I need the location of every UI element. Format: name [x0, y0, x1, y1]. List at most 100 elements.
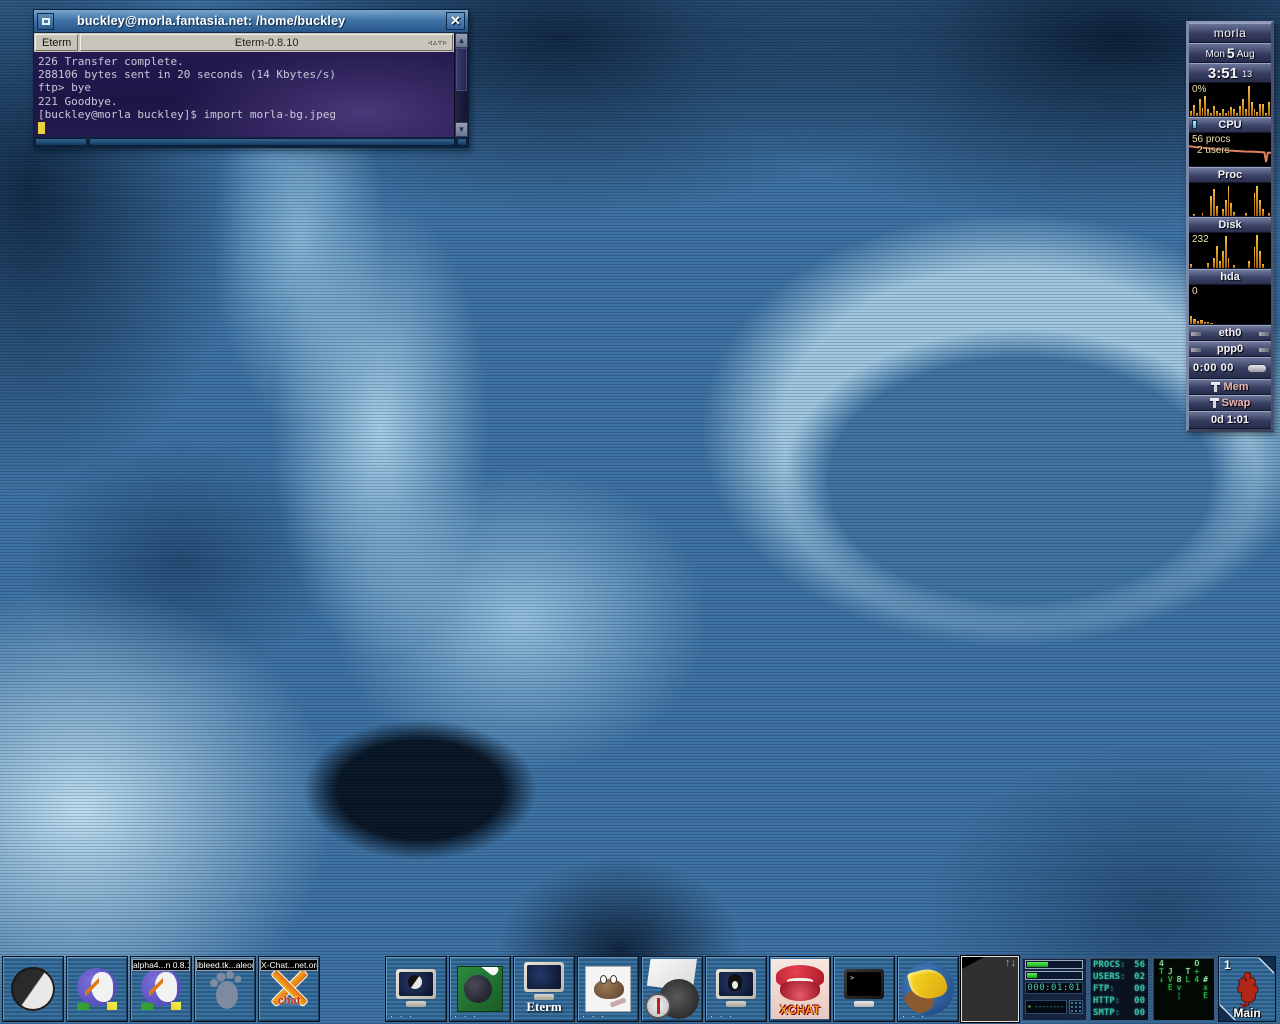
timer-value: 0:00 00: [1193, 362, 1243, 374]
border-resize-middle[interactable]: [89, 138, 455, 146]
date-month: Aug: [1237, 49, 1255, 60]
mem-krell-icon: [1211, 382, 1220, 392]
hda-chart: 232: [1189, 233, 1271, 269]
iconified-galeon[interactable]: [66, 956, 128, 1022]
iconify-icon: [42, 18, 50, 25]
ppp0-label[interactable]: ppp0: [1189, 341, 1271, 357]
eterm-menubar: Eterm Eterm-0.8.10 ◃▵▿▹: [34, 33, 454, 52]
launcher-screenshot[interactable]: [641, 956, 703, 1022]
iconified-xchat[interactable]: X-Chat...net.org chat: [258, 956, 320, 1022]
swap-meter[interactable]: Swap: [1189, 395, 1271, 411]
iconified-galeon-alpha4[interactable]: alpha4...n 0.8.1: [130, 956, 192, 1022]
load-bar-1: [1025, 960, 1083, 969]
cpu-led-icon: [1192, 120, 1197, 129]
border-resize-right[interactable]: [457, 138, 467, 146]
connection-timer-lcd: 000:01:01: [1025, 982, 1083, 994]
epplet-dots-icon: · · ·: [390, 1014, 414, 1018]
terminal-line: 288106 bytes sent in 20 seconds (14 Kbyt…: [38, 68, 450, 81]
monitor-icon: [522, 962, 566, 1002]
launcher-console[interactable]: >: [833, 956, 895, 1022]
window-title-label: alpha4...n 0.8.1: [132, 959, 190, 971]
dark-monitor-icon: >: [842, 969, 886, 1009]
enlightenment-icon: [11, 967, 55, 1011]
system-monitor-applet: 000:01:01 ▪ ­‑‑‑‑‑‑‑‑: [1021, 957, 1087, 1021]
terminal-line: 226 Transfer complete.: [38, 55, 450, 68]
scrollbar-trough[interactable]: [455, 48, 468, 122]
red-mascot-icon: [1233, 969, 1263, 1009]
desktop-background: buckley@morla.fantasia.net: /home/buckle…: [0, 0, 1280, 1024]
iconify-button[interactable]: [37, 13, 54, 30]
titlebar[interactable]: buckley@morla.fantasia.net: /home/buckle…: [34, 10, 468, 33]
galeon-icon: [75, 968, 119, 1010]
cpu-label[interactable]: CPU: [1189, 117, 1271, 133]
paint-penguin-icon: [457, 966, 503, 1012]
eterm-menubar-title-area[interactable]: Eterm-0.8.10 ◃▵▿▹: [80, 34, 453, 51]
monitor-tux-icon: [714, 969, 758, 1009]
galeon-icon: [139, 968, 183, 1010]
mem-meter[interactable]: Mem: [1189, 379, 1271, 395]
hda-label[interactable]: hda: [1189, 269, 1271, 285]
window-border-bottom[interactable]: [34, 137, 468, 147]
border-resize-left[interactable]: [35, 138, 87, 146]
hda-value: 232: [1192, 234, 1209, 245]
eth0-label[interactable]: eth0: [1189, 325, 1271, 341]
launcher-eterm[interactable]: Eterm: [513, 956, 575, 1022]
scrollbar-thumb[interactable]: [456, 48, 467, 91]
menubar-arrow-icons[interactable]: ◃▵▿▹: [428, 38, 448, 47]
iconbox-scroll-arrows-icon[interactable]: ↑↓: [1005, 957, 1016, 969]
eterm-window: buckley@morla.fantasia.net: /home/buckle…: [33, 9, 469, 148]
launcher-xchat[interactable]: XCHAT: [769, 956, 831, 1022]
proc-chart: 56 procs 2 users: [1189, 133, 1271, 167]
terminal-screen[interactable]: 226 Transfer complete. 288106 bytes sent…: [34, 52, 454, 137]
iconbox[interactable]: ↑↓: [961, 956, 1019, 1022]
eth0-krell-left: [1191, 332, 1201, 336]
xchat-x-icon: chat: [267, 967, 311, 1011]
net-stats-applet: PROCS56 USERS02 FTP00 HTTP00 SMTP00: [1089, 957, 1149, 1021]
gkrellm-hostname[interactable]: morla: [1189, 23, 1271, 43]
iconbox-wedge: [962, 957, 984, 969]
swap-krell-icon: [1210, 398, 1219, 408]
ppp-timer: 0:00 00: [1189, 357, 1271, 379]
gkrellm-clock[interactable]: 3:51 13: [1189, 63, 1271, 83]
launcher-gftp[interactable]: · · ·: [897, 956, 959, 1022]
eth0-chart: 0: [1189, 285, 1271, 325]
gkrellm-monitor: morla Mon5Aug 3:51 13 0% CPU 56 procs 2 …: [1186, 21, 1274, 432]
gkrellm-date[interactable]: Mon5Aug: [1189, 43, 1271, 63]
terminal-line: [buckley@morla buckley]$ import morla-bg…: [38, 108, 450, 121]
scroll-up-icon[interactable]: ▲: [455, 33, 468, 48]
stat-row: SMTP00: [1093, 1008, 1145, 1018]
stat-row: FTP00: [1093, 984, 1145, 994]
launcher-enlightenment[interactable]: · · ·: [385, 956, 447, 1022]
camera-icon: [643, 959, 701, 1019]
date-day: Mon: [1205, 49, 1224, 60]
gimp-wilber-icon: [585, 966, 631, 1012]
window-title-label: X-Chat...net.org: [260, 959, 318, 971]
close-button[interactable]: ✕: [446, 12, 465, 30]
desktop-pager[interactable]: 1 Main: [1218, 956, 1276, 1022]
disk-label[interactable]: Disk: [1189, 217, 1271, 233]
proc-label[interactable]: Proc: [1189, 167, 1271, 183]
disk-chart: [1189, 183, 1271, 217]
terminal-scrollbar[interactable]: ▲ ▼: [454, 33, 468, 137]
xchat-lips-icon: XCHAT: [771, 959, 829, 1019]
window-title: buckley@morla.fantasia.net: /home/buckle…: [59, 14, 441, 28]
clock-seconds: 13: [1242, 69, 1252, 79]
iconified-gnome-ibleed[interactable]: ibleed.tk...aleon: [194, 956, 256, 1022]
swap-label: Swap: [1222, 397, 1251, 409]
cpu-percent: 0%: [1192, 84, 1206, 95]
eterm-menu-button[interactable]: Eterm: [35, 34, 78, 51]
desk-number: 1: [1224, 958, 1231, 972]
gnome-foot-icon: [205, 967, 245, 1011]
launcher-tux-terminal[interactable]: · · ·: [705, 956, 767, 1022]
grid-button[interactable]: [1069, 1000, 1083, 1014]
iconified-enlightenment[interactable]: [2, 956, 64, 1022]
launcher-paint[interactable]: · · ·: [449, 956, 511, 1022]
ppp0-krell-left: [1191, 348, 1201, 352]
scroll-down-icon[interactable]: ▼: [455, 122, 468, 137]
stat-row: HTTP00: [1093, 996, 1145, 1006]
terminal-cursor: [38, 122, 45, 134]
epplet-dots-icon: · · ·: [454, 1014, 478, 1018]
launcher-gimp[interactable]: · · ·: [577, 956, 639, 1022]
dial-button[interactable]: [1247, 364, 1267, 373]
mem-label: Mem: [1223, 381, 1248, 393]
